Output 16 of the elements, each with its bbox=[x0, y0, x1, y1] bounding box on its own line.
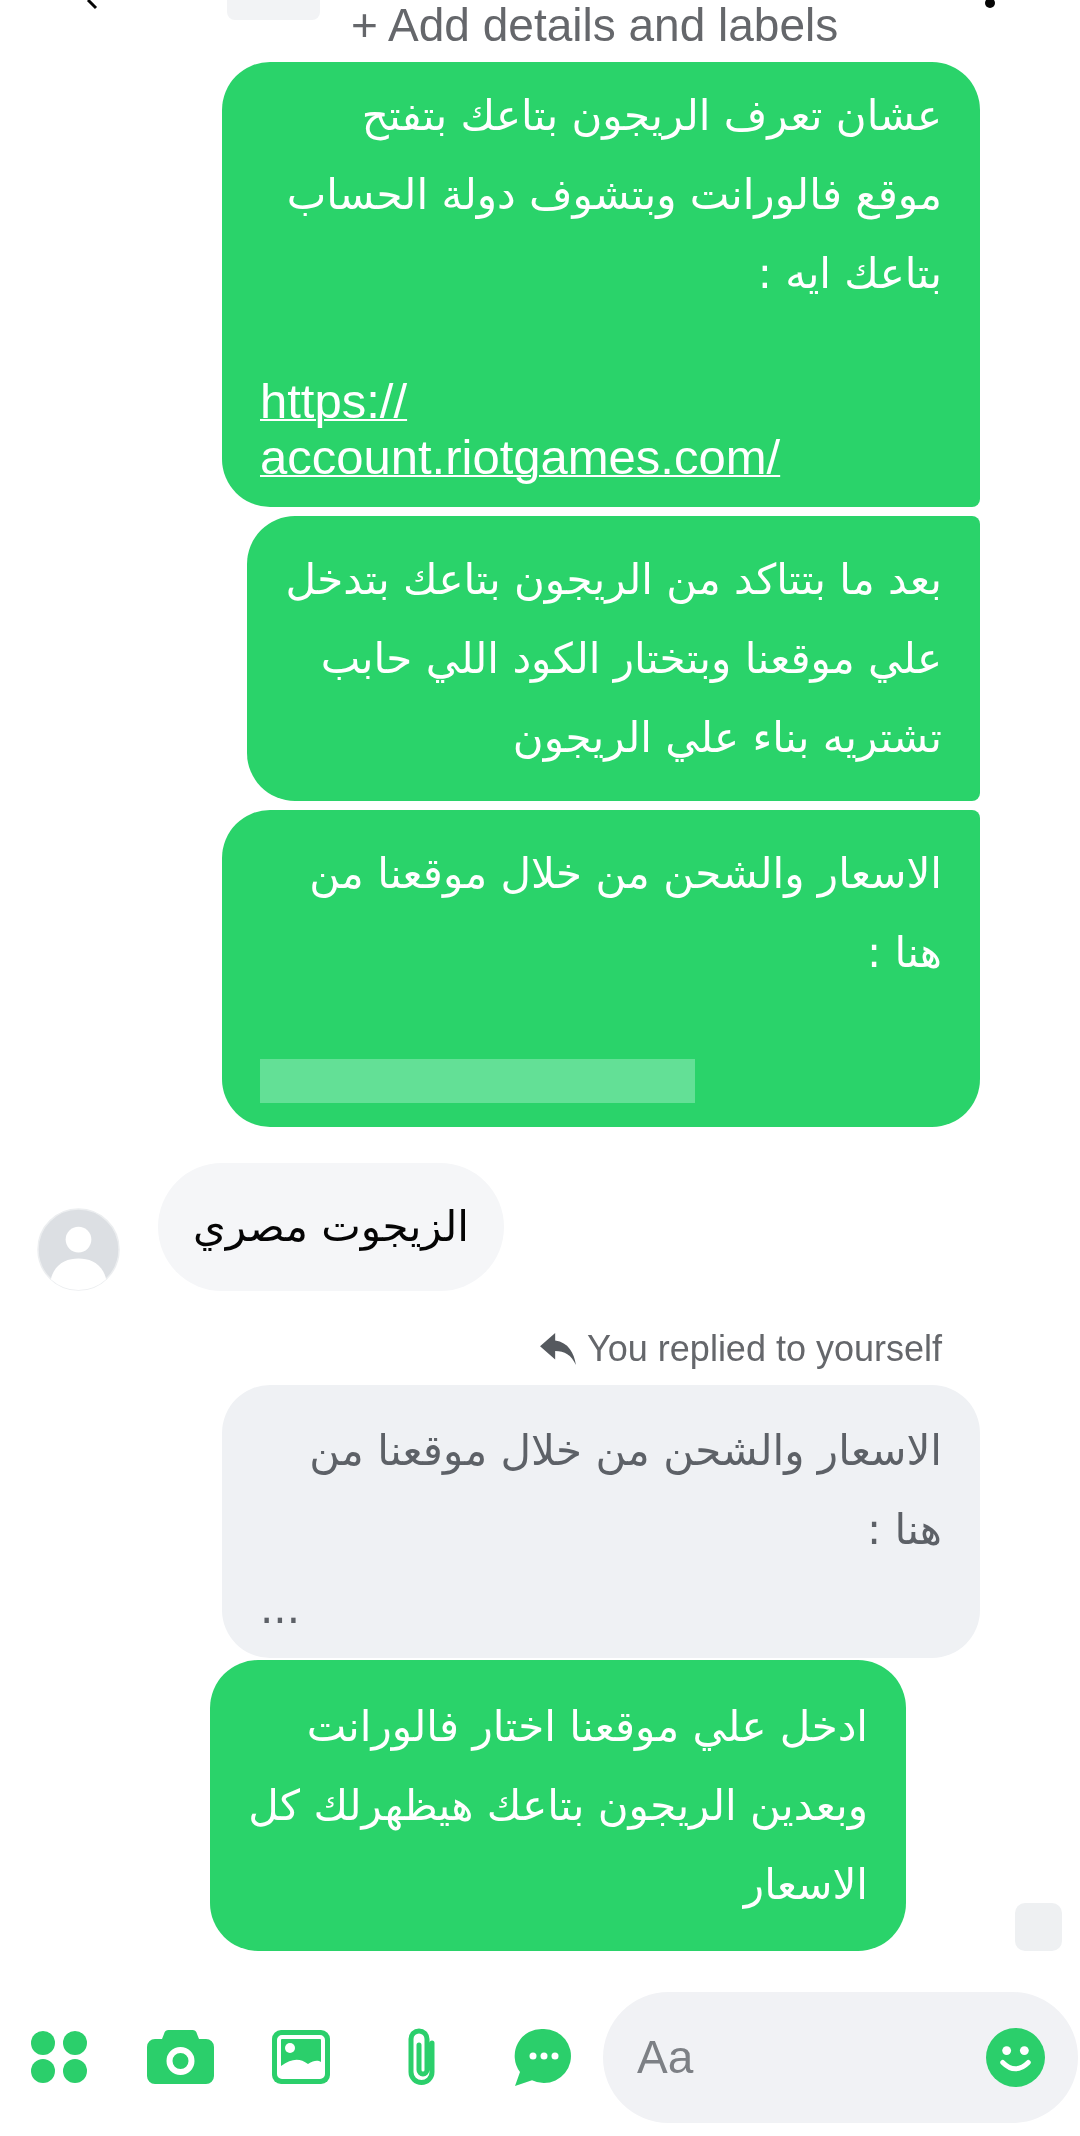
camera-icon[interactable] bbox=[147, 2030, 214, 2084]
default-avatar-icon bbox=[37, 1208, 120, 1291]
message-text: عشان تعرف الريجون بتاعك بتفتح موقع فالورانت وبتشوف دولة الحساب بتاعك ايه : bbox=[285, 90, 942, 300]
message-text: بعد ما بتتاكد من الريجون بتاعك بتدخل علي موقعنا وبتختار الكود اللي حابب تشتريه بناء علي الريجون bbox=[285, 554, 942, 764]
message-input[interactable]: Aa bbox=[603, 1991, 1078, 2123]
reply-label: You replied to yourself bbox=[587, 1327, 942, 1371]
chat-bubble-icon[interactable] bbox=[513, 2027, 572, 2087]
emoji-icon[interactable] bbox=[986, 2027, 1045, 2087]
message-text: الزيجوت مصري bbox=[193, 1201, 469, 1253]
message-text: ادخل علي موقعنا اختار فالورانت وبعدين الريجون بتاعك هيظهرلك كل الاسعار bbox=[248, 1701, 868, 1911]
image-icon[interactable] bbox=[272, 2030, 330, 2084]
add-details-link[interactable]: + Add details and labels bbox=[351, 0, 839, 50]
message-text: الاسعار والشحن من خلال موقعنا من هنا : bbox=[308, 848, 942, 979]
reply-arrow-icon bbox=[539, 1332, 578, 1366]
quoted-message-text: الاسعار والشحن من خلال موقعنا من هنا : ... bbox=[260, 1425, 942, 1635]
apps-icon[interactable] bbox=[30, 2030, 88, 2084]
